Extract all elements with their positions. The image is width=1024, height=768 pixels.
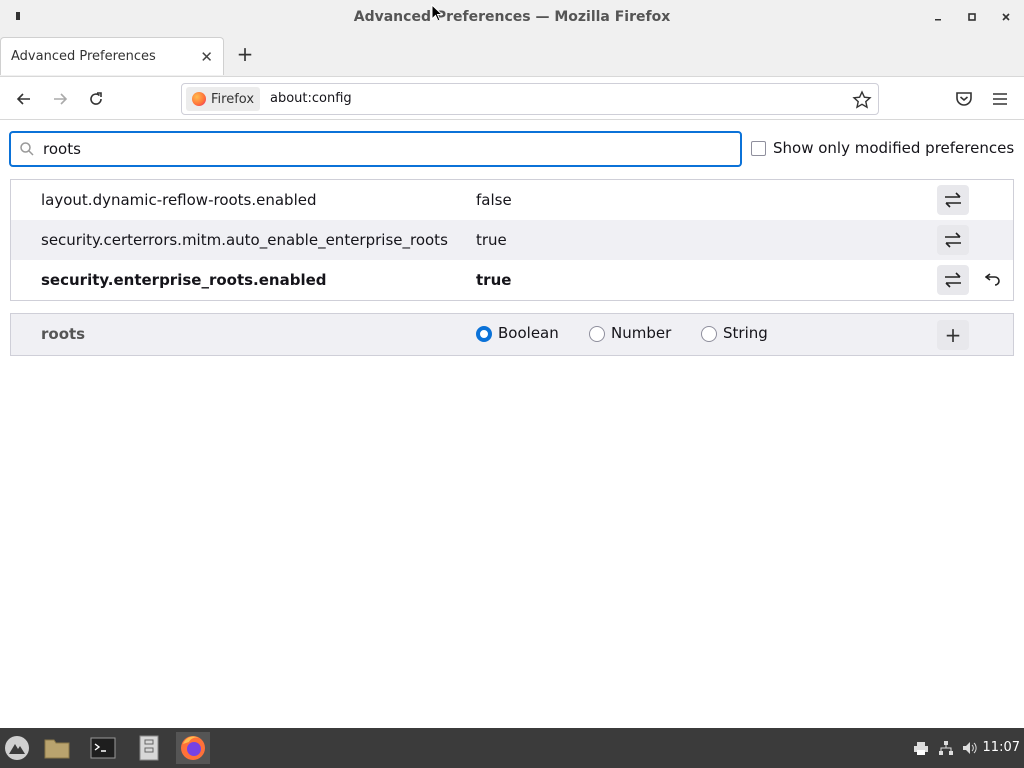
terminal-icon[interactable] bbox=[86, 732, 120, 764]
printer-icon[interactable] bbox=[913, 740, 929, 756]
window-titlebar: Advanced Preferences — Mozilla Firefox bbox=[0, 0, 1024, 34]
toggle-button[interactable] bbox=[937, 265, 969, 295]
tab-strip: Advanced Preferences ✕ + bbox=[0, 34, 1024, 76]
reset-icon bbox=[985, 273, 1000, 286]
volume-icon[interactable] bbox=[961, 740, 977, 756]
bookmark-star-icon[interactable] bbox=[852, 90, 872, 110]
identity-label: Firefox bbox=[211, 91, 255, 107]
mouse-cursor-icon bbox=[431, 4, 443, 22]
search-icon bbox=[20, 142, 34, 156]
toggle-icon bbox=[945, 272, 961, 288]
pref-name: security.enterprise_roots.enabled bbox=[41, 271, 327, 289]
network-icon[interactable] bbox=[938, 740, 954, 756]
toggle-button[interactable] bbox=[937, 185, 969, 215]
tab-advanced-preferences[interactable]: Advanced Preferences ✕ bbox=[0, 37, 224, 75]
url-text[interactable]: about:config bbox=[270, 91, 352, 106]
pref-value[interactable]: true bbox=[476, 271, 511, 289]
show-modified-checkbox[interactable] bbox=[751, 141, 766, 156]
pocket-icon[interactable] bbox=[953, 88, 975, 110]
close-tab-icon[interactable]: ✕ bbox=[200, 48, 213, 66]
prefs-table: layout.dynamic-reflow-roots.enabled fals… bbox=[10, 179, 1014, 301]
pref-row[interactable]: layout.dynamic-reflow-roots.enabled fals… bbox=[11, 180, 1013, 220]
show-modified-label[interactable]: Show only modified preferences bbox=[773, 139, 1014, 157]
about-config-page: roots Show only modified preferences lay… bbox=[0, 120, 1024, 728]
pref-value[interactable]: false bbox=[476, 191, 512, 209]
file-manager-icon[interactable] bbox=[40, 732, 74, 764]
radio-boolean[interactable] bbox=[476, 326, 492, 342]
window-title: Advanced Preferences — Mozilla Firefox bbox=[353, 9, 671, 25]
add-pref-row: roots Boolean Number String + bbox=[10, 313, 1014, 356]
toggle-icon bbox=[945, 232, 961, 248]
toggle-button[interactable] bbox=[937, 225, 969, 255]
pref-row-modified[interactable]: security.enterprise_roots.enabled true bbox=[11, 260, 1013, 300]
pref-name: security.certerrors.mitm.auto_enable_ent… bbox=[41, 231, 448, 249]
identity-box[interactable]: Firefox bbox=[186, 87, 260, 111]
navigation-toolbar: Firefox about:config bbox=[0, 76, 1024, 120]
reset-button[interactable] bbox=[981, 265, 1005, 295]
pref-value[interactable]: true bbox=[476, 231, 507, 249]
radio-number-label[interactable]: Number bbox=[611, 324, 671, 342]
back-icon[interactable] bbox=[13, 88, 35, 110]
firefox-taskbar-icon[interactable] bbox=[176, 732, 210, 764]
pref-search-input[interactable]: roots bbox=[9, 131, 742, 167]
url-bar[interactable]: Firefox about:config bbox=[181, 83, 879, 115]
menu-hamburger-icon[interactable] bbox=[989, 88, 1011, 110]
pref-row[interactable]: security.certerrors.mitm.auto_enable_ent… bbox=[11, 220, 1013, 260]
maximize-icon[interactable] bbox=[964, 9, 980, 25]
forward-icon[interactable] bbox=[49, 88, 71, 110]
close-window-icon[interactable] bbox=[998, 9, 1014, 25]
toggle-icon bbox=[945, 192, 961, 208]
clock[interactable]: 11:07 bbox=[983, 740, 1020, 755]
reload-icon[interactable] bbox=[85, 88, 107, 110]
new-tab-button[interactable]: + bbox=[234, 44, 256, 66]
minimize-icon[interactable] bbox=[930, 9, 946, 25]
new-pref-name: roots bbox=[41, 325, 86, 343]
radio-string[interactable] bbox=[701, 326, 717, 342]
add-pref-button[interactable]: + bbox=[937, 320, 969, 350]
firefox-logo-icon bbox=[192, 92, 206, 106]
taskbar: 11:07 bbox=[0, 728, 1024, 768]
window-menu-icon[interactable] bbox=[16, 12, 20, 20]
archive-manager-icon[interactable] bbox=[132, 732, 166, 764]
radio-string-label[interactable]: String bbox=[723, 324, 768, 342]
pref-name: layout.dynamic-reflow-roots.enabled bbox=[41, 191, 317, 209]
radio-boolean-label[interactable]: Boolean bbox=[498, 324, 559, 342]
tab-title: Advanced Preferences bbox=[11, 49, 156, 64]
start-menu-icon[interactable] bbox=[0, 732, 34, 764]
search-value: roots bbox=[43, 140, 81, 158]
radio-number[interactable] bbox=[589, 326, 605, 342]
